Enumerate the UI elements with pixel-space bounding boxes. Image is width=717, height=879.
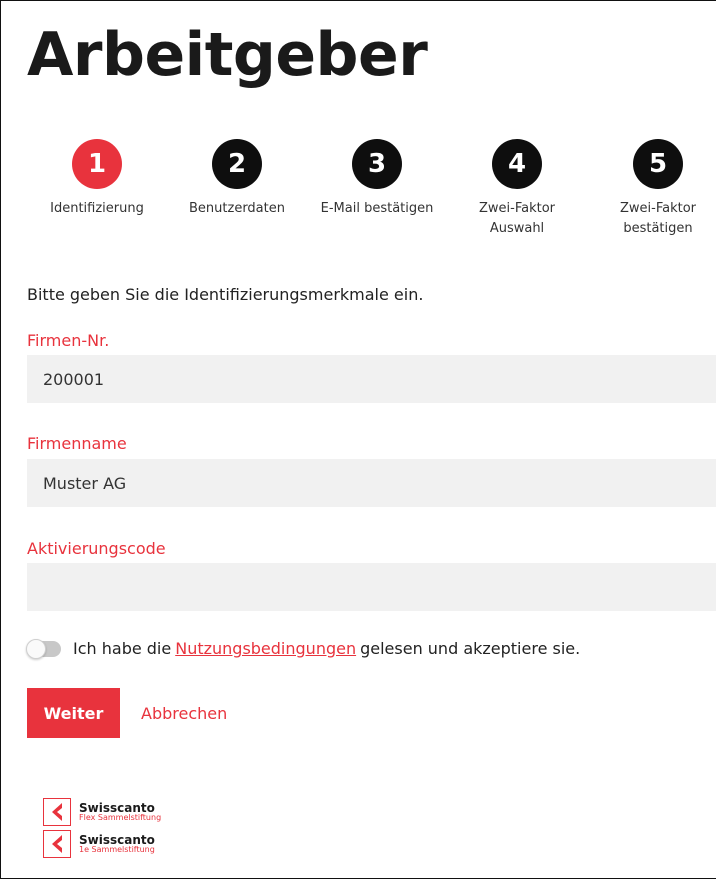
step-number: 5 [633, 139, 683, 189]
aktivierungscode-field[interactable] [27, 563, 716, 611]
step-label: E-Mail bestätigen [320, 201, 434, 216]
step-identifizierung: 1 Identifizierung [27, 139, 167, 219]
step-label: Benutzerdaten [189, 201, 285, 216]
swisscanto-1e-logo: Swisscanto 1e Sammelstiftung [43, 830, 155, 858]
step-zwei-faktor-auswahl: 4 Zwei-Faktor Auswahl [447, 139, 587, 239]
step-benutzerdaten: 2 Benutzerdaten [167, 139, 307, 219]
swisscanto-flex-logo: Swisscanto Flex Sammelstiftung [43, 798, 161, 826]
consent-suffix-text: gelesen und akzeptiere sie. [360, 639, 581, 658]
swisscanto-chevron-icon [43, 798, 71, 826]
step-number: 1 [72, 139, 122, 189]
firmen-nr-field[interactable] [27, 355, 716, 403]
logo-sub: 1e Sammelstiftung [79, 845, 155, 855]
terms-toggle[interactable] [26, 638, 61, 659]
logo-sub: Flex Sammelstiftung [79, 813, 162, 823]
step-zwei-faktor-bestaetigen: 5 Zwei-Faktor bestätigen [588, 139, 716, 239]
terms-link[interactable]: Nutzungsbedingungen [175, 639, 356, 658]
firmenname-field[interactable] [27, 459, 716, 507]
weiter-button[interactable]: Weiter [27, 688, 120, 738]
form-intro-text: Bitte geben Sie die Identifizierungsmerk… [27, 285, 424, 304]
abbrechen-link[interactable]: Abbrechen [141, 704, 227, 723]
terms-consent-row: Ich habe die Nutzungsbedingungen gelesen… [26, 638, 581, 659]
swisscanto-chevron-icon [43, 830, 71, 858]
step-email-bestaetigen: 3 E-Mail bestätigen [307, 139, 447, 219]
step-label: Zwei-Faktor Auswahl [478, 201, 555, 237]
firmenname-label: Firmenname [27, 434, 127, 453]
toggle-knob [26, 638, 46, 659]
page-title: Arbeitgeber [27, 20, 428, 90]
step-number: 2 [212, 139, 262, 189]
page-frame: Arbeitgeber 1 Identifizierung 2 Benutzer… [0, 0, 716, 879]
aktivierungscode-label: Aktivierungscode [27, 539, 166, 558]
step-number: 3 [352, 139, 402, 189]
step-label: Identifizierung [50, 201, 144, 216]
step-label: Zwei-Faktor bestätigen [619, 201, 696, 237]
firmen-nr-label: Firmen-Nr. [27, 331, 110, 350]
consent-prefix-text: Ich habe die [73, 639, 172, 658]
stepper: 1 Identifizierung 2 Benutzerdaten 3 E-Ma… [1, 139, 716, 259]
step-number: 4 [492, 139, 542, 189]
